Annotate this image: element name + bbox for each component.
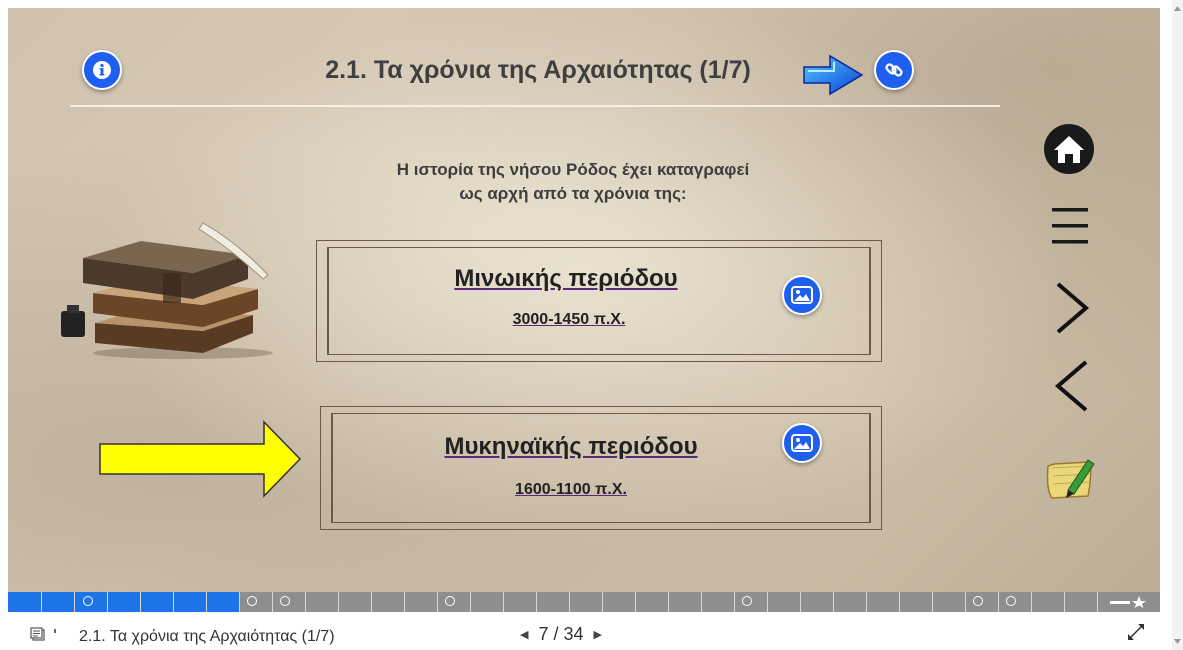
progress-marker[interactable] — [973, 596, 983, 606]
title-divider — [70, 105, 1000, 107]
image-button[interactable] — [782, 423, 822, 463]
intro-line-2: ως αρχή από τα χρόνια της: — [459, 184, 687, 203]
scroll-down-icon[interactable] — [1174, 639, 1181, 644]
home-icon[interactable] — [1042, 122, 1096, 176]
progress-marker[interactable] — [247, 596, 257, 606]
progress-marker[interactable] — [1006, 596, 1016, 606]
pager: ◀ 7 / 34 ▶ — [520, 624, 602, 645]
progress-marker[interactable] — [742, 596, 752, 606]
bookmark-star-icon[interactable] — [1108, 595, 1148, 609]
intro-line-1: Η ιστορία της νήσου Ρόδος έχει καταγραφε… — [396, 160, 750, 179]
period-title[interactable]: Μινωικής περιόδου — [284, 265, 848, 293]
blue-arrow-icon — [803, 54, 864, 96]
slide-title-label: 2.1. Τα χρόνια της Αρχαιότητας (1/7) — [79, 628, 335, 645]
fullscreen-icon[interactable] — [1126, 622, 1146, 642]
image-button[interactable] — [782, 275, 822, 315]
period-title[interactable]: Μυκηναϊκής περιόδου — [291, 433, 851, 461]
chevron-left-icon[interactable] — [1052, 356, 1092, 416]
image-icon — [791, 286, 813, 304]
chevron-right-icon[interactable] — [1052, 278, 1092, 338]
page-indicator: 7 / 34 — [538, 624, 584, 644]
period-card-mycenaean: Μυκηναϊκής περιόδου 1600-1100 π.Χ. — [320, 406, 882, 530]
link-button[interactable] — [874, 50, 914, 90]
scroll-up-icon[interactable] — [1174, 6, 1181, 11]
page-title: 2.1. Τα χρόνια της Αρχαιότητας (1/7) — [325, 56, 751, 84]
intro-text: Η ιστορία της νήσου Ρόδος έχει καταγραφε… — [338, 158, 808, 206]
progress-marker[interactable] — [280, 596, 290, 606]
slide-canvas: 2.1. Τα χρόνια της Αρχαιότητας (1/7) Η ι… — [8, 8, 1160, 592]
menu-icon[interactable] — [1050, 204, 1090, 248]
info-icon — [92, 60, 112, 80]
image-icon — [791, 434, 813, 452]
slides-icon[interactable] — [30, 627, 46, 643]
period-card-minoan: Μινωικής περιόδου 3000-1450 π.Χ. — [316, 240, 882, 362]
status-bar: 2.1. Τα χρόνια της Αρχαιότητας (1/7) ◀ 7… — [0, 612, 1183, 650]
books-illustration — [61, 222, 273, 359]
caret-left-icon[interactable]: ◀ — [520, 628, 528, 641]
period-dates[interactable]: 1600-1100 π.Χ. — [291, 481, 851, 499]
progress-bar[interactable] — [8, 592, 1160, 612]
info-button[interactable] — [82, 50, 122, 90]
scrollbar[interactable] — [1172, 0, 1183, 650]
progress-fill — [8, 592, 239, 612]
tick-icon — [54, 629, 56, 633]
progress-marker[interactable] — [445, 596, 455, 606]
yellow-arrow-icon — [99, 420, 302, 498]
progress-marker[interactable] — [83, 596, 93, 606]
period-dates[interactable]: 3000-1450 π.Χ. — [287, 311, 851, 329]
caret-right-icon[interactable]: ▶ — [594, 628, 602, 641]
notes-icon[interactable] — [1044, 456, 1100, 502]
link-icon — [883, 59, 905, 81]
